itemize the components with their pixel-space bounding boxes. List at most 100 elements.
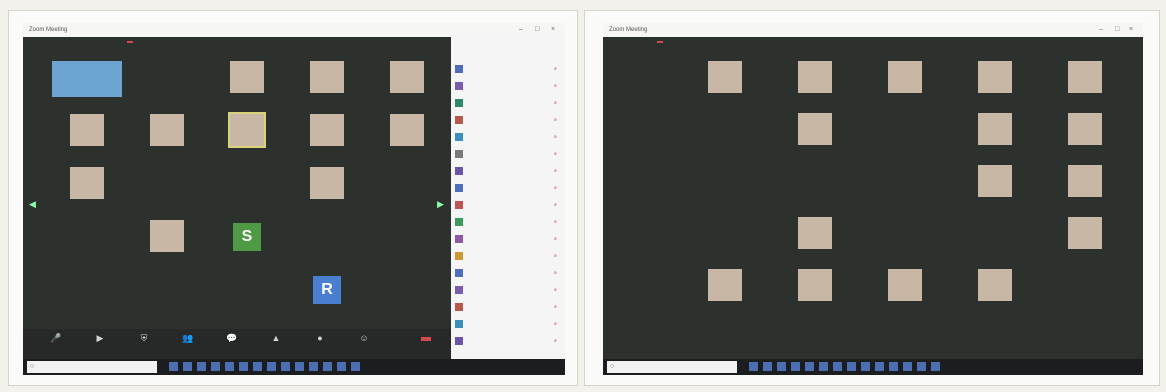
participant-row[interactable]: ⊘ (455, 284, 561, 296)
previous-page-icon[interactable]: ◀ (29, 199, 36, 210)
participant-tile[interactable] (675, 215, 775, 259)
participant-tile[interactable] (1035, 111, 1135, 155)
muted-mic-icon[interactable]: ⊘ (554, 63, 557, 75)
muted-mic-icon[interactable]: ⊘ (554, 165, 557, 177)
taskbar-app-icon[interactable] (889, 362, 898, 371)
muted-mic-icon[interactable]: ⊘ (554, 199, 557, 211)
taskbar-search[interactable]: ○ (27, 361, 157, 373)
mute-button[interactable]: 🎤 (41, 333, 71, 344)
participant-tile[interactable] (357, 59, 457, 103)
participants-button[interactable]: 👥 (173, 333, 203, 344)
reactions-button[interactable]: ☺ (349, 333, 379, 343)
participant-tile[interactable] (855, 111, 955, 155)
participant-row[interactable]: ⊘ (455, 80, 561, 92)
taskbar-app-icon[interactable] (197, 362, 206, 371)
participant-row[interactable]: ⊘ (455, 182, 561, 194)
minimize-icon[interactable]: – (519, 23, 523, 37)
close-icon[interactable]: × (551, 23, 555, 37)
taskbar-app-icon[interactable] (211, 362, 220, 371)
participant-tile[interactable] (765, 163, 865, 207)
next-page-icon[interactable]: ▶ (437, 199, 444, 210)
stop-video-button[interactable]: ▶ (85, 333, 115, 344)
participant-tile[interactable] (855, 163, 955, 207)
participant-tile[interactable] (1035, 163, 1135, 207)
participant-tile[interactable] (945, 267, 1045, 311)
participant-tile[interactable] (945, 163, 1045, 207)
taskbar-app-icon[interactable] (861, 362, 870, 371)
taskbar-app-icon[interactable] (323, 362, 332, 371)
taskbar-app-icon[interactable] (819, 362, 828, 371)
participant-row[interactable]: ⊘ (455, 131, 561, 143)
record-button[interactable]: ● (305, 333, 335, 343)
taskbar-app-icon[interactable] (183, 362, 192, 371)
participant-tile[interactable] (675, 163, 775, 207)
muted-mic-icon[interactable]: ⊘ (554, 97, 557, 109)
taskbar-app-icon[interactable] (917, 362, 926, 371)
maximize-icon[interactable]: □ (535, 23, 539, 37)
taskbar-app-icon[interactable] (239, 362, 248, 371)
muted-mic-icon[interactable]: ⊘ (554, 335, 557, 347)
taskbar-app-icon[interactable] (267, 362, 276, 371)
participant-tile[interactable] (675, 59, 775, 103)
taskbar-app-icon[interactable] (847, 362, 856, 371)
taskbar-app-icon[interactable] (903, 362, 912, 371)
participant-tile[interactable] (765, 111, 865, 155)
taskbar-app-icon[interactable] (253, 362, 262, 371)
participant-tile[interactable] (765, 59, 865, 103)
taskbar-app-icon[interactable] (763, 362, 772, 371)
participant-tile[interactable] (765, 215, 865, 259)
participant-row[interactable]: ⊘ (455, 97, 561, 109)
taskbar-app-icon[interactable] (805, 362, 814, 371)
taskbar-app-icon[interactable] (777, 362, 786, 371)
participant-row[interactable]: ⊘ (455, 114, 561, 126)
muted-mic-icon[interactable]: ⊘ (554, 267, 557, 279)
taskbar-app-icon[interactable] (281, 362, 290, 371)
chat-button[interactable]: 💬 (217, 333, 247, 344)
participant-tile[interactable] (357, 218, 457, 262)
participant-tile[interactable] (855, 215, 955, 259)
muted-mic-icon[interactable]: ⊘ (554, 318, 557, 330)
participant-row[interactable]: ⊘ (455, 148, 561, 160)
participant-row[interactable]: ⊘ (455, 301, 561, 313)
taskbar-app-icon[interactable] (225, 362, 234, 371)
participant-tile[interactable] (765, 267, 865, 311)
muted-mic-icon[interactable]: ⊘ (554, 131, 557, 143)
participant-row[interactable]: ⊘ (455, 199, 561, 211)
participant-tile[interactable] (945, 111, 1045, 155)
participant-row[interactable]: ⊘ (455, 165, 561, 177)
muted-mic-icon[interactable]: ⊘ (554, 114, 557, 126)
muted-mic-icon[interactable]: ⊘ (554, 284, 557, 296)
taskbar-app-icon[interactable] (791, 362, 800, 371)
taskbar-app-icon[interactable] (295, 362, 304, 371)
participant-row[interactable]: ⊘ (455, 63, 561, 75)
end-meeting-button[interactable] (421, 337, 431, 341)
taskbar-search[interactable]: ○ (607, 361, 737, 373)
muted-mic-icon[interactable]: ⊘ (554, 250, 557, 262)
muted-mic-icon[interactable]: ⊘ (554, 301, 557, 313)
participant-row[interactable]: ⊘ (455, 233, 561, 245)
participant-row[interactable]: ⊘ (455, 318, 561, 330)
taskbar-app-icon[interactable] (875, 362, 884, 371)
taskbar-app-icon[interactable] (749, 362, 758, 371)
muted-mic-icon[interactable]: ⊘ (554, 216, 557, 228)
taskbar-app-icon[interactable] (931, 362, 940, 371)
muted-mic-icon[interactable]: ⊘ (554, 148, 557, 160)
participant-tile[interactable] (1035, 215, 1135, 259)
taskbar-app-icon[interactable] (351, 362, 360, 371)
participant-tile[interactable] (1035, 59, 1135, 103)
participant-tile[interactable] (357, 112, 457, 156)
participant-row[interactable]: ⊘ (455, 216, 561, 228)
share-screen-button[interactable]: ▲ (261, 333, 291, 343)
taskbar-app-icon[interactable] (337, 362, 346, 371)
close-icon[interactable]: × (1129, 23, 1133, 37)
taskbar-app-icon[interactable] (309, 362, 318, 371)
muted-mic-icon[interactable]: ⊘ (554, 182, 557, 194)
participant-tile[interactable] (855, 59, 955, 103)
maximize-icon[interactable]: □ (1115, 23, 1119, 37)
participant-tile[interactable] (945, 215, 1045, 259)
participant-row[interactable]: ⊘ (455, 250, 561, 262)
muted-mic-icon[interactable]: ⊘ (554, 233, 557, 245)
participant-tile[interactable]: R (277, 271, 377, 315)
participant-row[interactable]: ⊘ (455, 335, 561, 347)
security-button[interactable]: ⛨ (129, 333, 159, 344)
